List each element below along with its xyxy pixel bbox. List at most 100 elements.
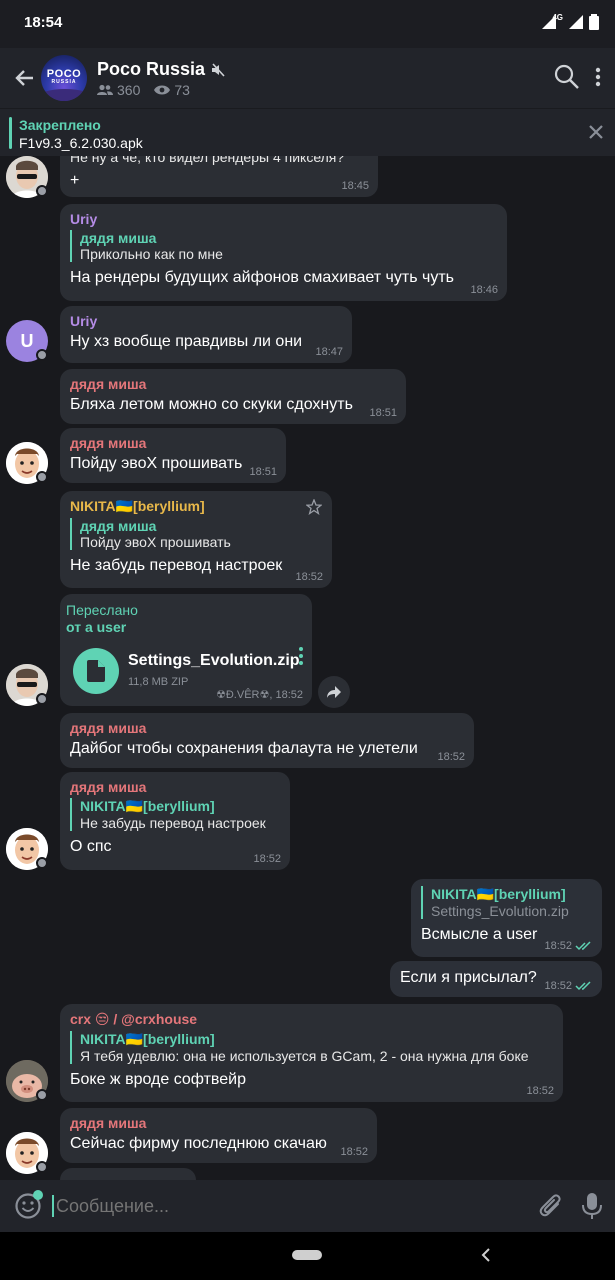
system-nav-bar (0, 1232, 615, 1280)
members-value: 360 (117, 82, 141, 98)
message-time: 18:52 (544, 980, 572, 992)
message-bubble[interactable]: NIKITA🇺🇦[beryllium] дядя миша Пойду эвоХ… (60, 491, 332, 588)
message-text: + (70, 172, 80, 189)
sender-name: дядя миша (70, 779, 147, 795)
message-text: На рендеры будущих айфонов смахивает чут… (70, 269, 454, 286)
forward-label: Переслано (66, 602, 138, 618)
outgoing-message-bubble[interactable]: NIKITA🇺🇦[beryllium] Settings_Evolution.z… (411, 879, 602, 957)
reply-quote[interactable]: NIKITA🇺🇦[beryllium] Не забудь перевод на… (70, 798, 280, 831)
message-time: 18:52 (526, 1085, 554, 1097)
pinned-message[interactable]: Закреплено F1v9.3_6.2.030.apk (0, 108, 615, 156)
reply-quote[interactable]: дядя миша Пойду эвоХ прошивать (70, 518, 322, 550)
reply-name: дядя миша (80, 518, 157, 534)
double-check-icon (575, 941, 591, 951)
message-text: Ну хз вообще правдивы ли они (70, 333, 303, 350)
sender-name: Uriy (70, 211, 98, 227)
reply-text: Прикольно как по мне (80, 246, 223, 262)
avatar-logo: POCO RUSSIA (41, 68, 87, 85)
group-title[interactable]: Poco Russia (97, 59, 225, 80)
online-badge (36, 349, 48, 361)
search-icon[interactable] (553, 63, 581, 91)
home-pill[interactable] (292, 1250, 322, 1260)
status-bar: 18:54 4G (0, 0, 615, 48)
online-badge (36, 857, 48, 869)
share-button[interactable] (318, 676, 350, 708)
reply-name: NIKITA🇺🇦[beryllium] (80, 1031, 215, 1047)
sender-name: Uriy (70, 313, 98, 329)
online-badge (36, 693, 48, 705)
group-avatar[interactable]: POCO RUSSIA (41, 55, 87, 101)
sender-name: дядя миша (70, 720, 147, 736)
message-text: Боке ж вроде софтвейр (70, 1071, 246, 1088)
message-status: 18:52 (544, 980, 593, 992)
eye-icon (154, 85, 171, 95)
reply-quote[interactable]: NIKITA🇺🇦[beryllium] Я тебя удевлю: она н… (70, 1031, 553, 1064)
message-time: 18:52 (340, 1146, 368, 1158)
sender-name: crx 😒 / @crxhouse (70, 1011, 198, 1027)
file-message-bubble[interactable]: Переслано от a user Settings_Evolution.z… (60, 594, 312, 706)
reply-text: Я тебя удевлю: она не используется в GCa… (80, 1048, 529, 1064)
text-cursor (52, 1195, 54, 1217)
network-type: 4G (552, 12, 563, 22)
message-bubble[interactable]: дядя миша NIKITA🇺🇦[beryllium] Не забудь … (60, 772, 290, 870)
sender-name: дядя миша (70, 376, 147, 392)
chat-area[interactable]: Не ну а че, кто видел рендеры 4 пикселя?… (0, 156, 615, 1180)
message-bubble[interactable]: Не ну а че, кто видел рендеры 4 пикселя?… (60, 156, 378, 197)
message-bubble[interactable]: Uriy дядя миша Прикольно как по мне На р… (60, 204, 507, 301)
message-time: 18:47 (315, 346, 343, 358)
message-time: 18:52 (295, 571, 323, 583)
message-input[interactable] (56, 1196, 516, 1217)
attach-icon[interactable] (538, 1192, 564, 1220)
group-title-text: Poco Russia (97, 59, 206, 79)
reply-name: NIKITA🇺🇦[beryllium] (80, 798, 215, 814)
message-bubble-partial[interactable] (60, 1168, 196, 1180)
close-icon[interactable] (586, 122, 606, 142)
online-badge (36, 185, 48, 197)
message-bubble[interactable]: дядя миша Сейчас фирму последнюю скачаю … (60, 1108, 377, 1163)
file-name: Settings_Evolution.zip (128, 652, 300, 669)
sender-name: NIKITA🇺🇦[beryllium] (70, 498, 205, 514)
forward-from[interactable]: от a user (66, 619, 126, 635)
nav-back-icon[interactable] (478, 1246, 494, 1264)
online-value: 73 (174, 82, 190, 98)
outgoing-message-bubble[interactable]: Если я присылал? 18:52 (390, 961, 602, 997)
message-text: Дайбог чтобы сохранения фалаута не улете… (70, 740, 418, 757)
message-input-bar (0, 1180, 615, 1232)
avatar-hills (41, 89, 87, 101)
signature-text: ☢Đ.VÊR☢, (216, 689, 273, 701)
double-check-icon (575, 981, 591, 991)
mic-icon[interactable] (580, 1192, 604, 1220)
more-menu-button[interactable] (588, 63, 608, 91)
message-bubble[interactable]: дядя миша Бляха летом можно со скуки сдо… (60, 369, 406, 424)
members-count: 360 (97, 82, 140, 98)
back-button[interactable] (8, 62, 40, 94)
group-meta: 360 73 (97, 82, 190, 98)
reply-quote[interactable]: NIKITA🇺🇦[beryllium] Settings_Evolution.z… (421, 886, 592, 919)
message-bubble[interactable]: crx 😒 / @crxhouse NIKITA🇺🇦[beryllium] Я … (60, 1004, 563, 1102)
message-bubble[interactable]: дядя миша Дайбог чтобы сохранения фалаут… (60, 713, 474, 768)
chat-header: POCO RUSSIA Poco Russia 360 73 (0, 48, 615, 108)
avatar-letter: U (20, 330, 34, 351)
file-download-button[interactable] (73, 648, 119, 694)
members-icon (97, 84, 113, 95)
message-status: 18:52 (544, 940, 593, 952)
message-text: Пойду эвоХ прошивать (70, 455, 243, 472)
message-bubble[interactable]: Uriy Ну хз вообще правдивы ли они 18:47 (60, 306, 352, 363)
pinned-bar (9, 117, 12, 149)
sender-name: дядя миша (70, 1115, 147, 1131)
online-badge (36, 1089, 48, 1101)
star-icon[interactable] (306, 499, 322, 515)
more-vert-icon (595, 67, 601, 87)
back-arrow-icon (15, 70, 33, 86)
status-time: 18:54 (24, 14, 63, 31)
message-bubble[interactable]: дядя миша Пойду эвоХ прошивать 18:51 (60, 428, 286, 483)
signal2-icon (569, 15, 583, 29)
more-vert-icon[interactable] (298, 646, 304, 666)
reply-quote[interactable]: дядя миша Прикольно как по мне (70, 230, 497, 262)
message-text: О спс (70, 838, 112, 855)
message-time: 18:52 (437, 751, 465, 763)
reply-text: Settings_Evolution.zip (431, 903, 569, 919)
reply-text: Не забудь перевод настроек (80, 815, 266, 831)
message-time: 18:52 (275, 689, 303, 701)
online-badge (36, 471, 48, 483)
